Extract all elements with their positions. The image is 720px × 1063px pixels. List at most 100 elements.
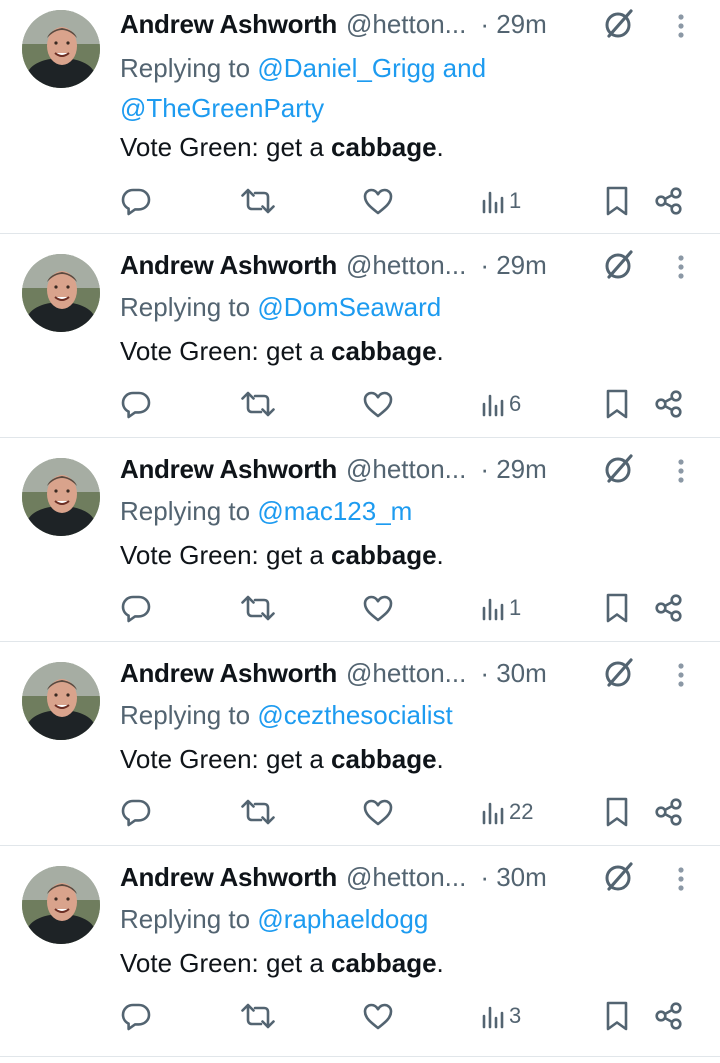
- retweet-button[interactable]: [240, 183, 276, 219]
- bookmark-button[interactable]: [604, 590, 630, 626]
- replying-label: Replying to: [120, 292, 258, 322]
- reply-icon: [120, 796, 152, 828]
- tweet-text: Vote Green: get a cabbage.: [120, 948, 444, 979]
- author-handle[interactable]: @hetton...: [346, 658, 466, 689]
- author-name[interactable]: Andrew Ashworth: [120, 454, 337, 485]
- like-icon: [362, 1001, 394, 1031]
- retweet-button[interactable]: [240, 386, 276, 422]
- reply-button[interactable]: [120, 794, 152, 830]
- author-handle[interactable]: @hetton...: [346, 454, 466, 485]
- grok-icon[interactable]: [600, 655, 636, 691]
- share-button[interactable]: [654, 590, 684, 626]
- timestamp[interactable]: · 30m: [480, 862, 546, 893]
- avatar[interactable]: [22, 662, 100, 740]
- mention-link[interactable]: @mac123_m: [257, 496, 412, 526]
- more-icon[interactable]: [674, 12, 688, 40]
- tweet-text-bold: cabbage: [331, 336, 437, 366]
- more-icon[interactable]: [674, 253, 688, 281]
- more-icon[interactable]: [674, 865, 688, 893]
- retweet-button[interactable]: [240, 998, 276, 1034]
- like-button[interactable]: [362, 998, 394, 1034]
- tweet-text-plain: Vote Green: get a: [120, 132, 332, 162]
- grok-icon[interactable]: [600, 6, 636, 42]
- tweet-text-bold: cabbage: [331, 132, 437, 162]
- author-handle[interactable]: @hetton...: [346, 250, 466, 281]
- share-button[interactable]: [654, 386, 684, 422]
- bookmark-button[interactable]: [604, 794, 630, 830]
- replying-label: Replying to: [120, 53, 258, 83]
- timestamp[interactable]: · 29m: [480, 454, 546, 485]
- author-handle[interactable]: @hetton...: [346, 862, 466, 893]
- avatar[interactable]: [22, 458, 100, 536]
- tweet[interactable]: Andrew Ashworth @hetton... · 29m Replyin…: [0, 438, 720, 642]
- author-name[interactable]: Andrew Ashworth: [120, 862, 337, 893]
- share-button[interactable]: [654, 183, 684, 219]
- share-button[interactable]: [654, 794, 684, 830]
- mention-link[interactable]: @DomSeaward: [257, 292, 441, 322]
- retweet-button[interactable]: [240, 794, 276, 830]
- grok-icon[interactable]: [600, 859, 636, 895]
- replying-to: Replying to @DomSeaward: [120, 287, 560, 327]
- views-button[interactable]: 6: [481, 386, 521, 422]
- tweet-text-end: .: [436, 336, 444, 366]
- like-icon: [362, 593, 394, 623]
- retweet-button[interactable]: [240, 590, 276, 626]
- mention-link[interactable]: @cezthesocialist: [257, 700, 452, 730]
- reply-icon: [120, 1000, 152, 1032]
- replying-to: Replying to @mac123_m: [120, 491, 560, 531]
- timestamp[interactable]: · 29m: [480, 9, 546, 40]
- like-icon: [362, 797, 394, 827]
- avatar[interactable]: [22, 254, 100, 332]
- views-icon: [481, 188, 507, 214]
- share-icon: [654, 593, 684, 623]
- action-bar: 1: [120, 590, 700, 626]
- author-handle[interactable]: @hetton...: [346, 9, 466, 40]
- reply-button[interactable]: [120, 386, 152, 422]
- views-button[interactable]: 1: [481, 183, 521, 219]
- like-button[interactable]: [362, 794, 394, 830]
- tweet-text-plain: Vote Green: get a: [120, 336, 332, 366]
- reply-icon: [120, 592, 152, 624]
- tweet-text-plain: Vote Green: get a: [120, 540, 332, 570]
- timestamp[interactable]: · 29m: [480, 250, 546, 281]
- mention-link[interactable]: @raphaeldogg: [257, 904, 428, 934]
- author-name[interactable]: Andrew Ashworth: [120, 250, 337, 281]
- author-name[interactable]: Andrew Ashworth: [120, 9, 337, 40]
- tweet-text: Vote Green: get a cabbage.: [120, 744, 444, 775]
- retweet-icon: [240, 796, 276, 828]
- tweet[interactable]: Andrew Ashworth @hetton... · 29m Replyin…: [0, 0, 720, 234]
- retweet-icon: [240, 185, 276, 217]
- tweet-text-plain: Vote Green: get a: [120, 948, 332, 978]
- bookmark-button[interactable]: [604, 998, 630, 1034]
- like-button[interactable]: [362, 183, 394, 219]
- views-button[interactable]: 3: [481, 998, 521, 1034]
- replying-to: Replying to @Daniel_Grigg and @TheGreenP…: [120, 48, 560, 128]
- avatar[interactable]: [22, 10, 100, 88]
- bookmark-button[interactable]: [604, 386, 630, 422]
- views-button[interactable]: 1: [481, 590, 521, 626]
- share-button[interactable]: [654, 998, 684, 1034]
- author-name[interactable]: Andrew Ashworth: [120, 658, 337, 689]
- more-icon[interactable]: [674, 661, 688, 689]
- avatar[interactable]: [22, 866, 100, 944]
- like-button[interactable]: [362, 590, 394, 626]
- reply-button[interactable]: [120, 998, 152, 1034]
- reply-button[interactable]: [120, 590, 152, 626]
- tweet[interactable]: Andrew Ashworth @hetton... · 30m Replyin…: [0, 642, 720, 846]
- share-icon: [654, 186, 684, 216]
- action-bar: 6: [120, 386, 700, 422]
- bookmark-button[interactable]: [604, 183, 630, 219]
- views-count: 22: [509, 799, 534, 824]
- reply-icon: [120, 185, 152, 217]
- views-count: 3: [509, 1003, 522, 1028]
- tweet[interactable]: Andrew Ashworth @hetton... · 30m Replyin…: [0, 846, 720, 1057]
- grok-icon[interactable]: [600, 247, 636, 283]
- timestamp[interactable]: · 30m: [480, 658, 546, 689]
- share-icon: [654, 389, 684, 419]
- reply-button[interactable]: [120, 183, 152, 219]
- grok-icon[interactable]: [600, 451, 636, 487]
- more-icon[interactable]: [674, 457, 688, 485]
- tweet[interactable]: Andrew Ashworth @hetton... · 29m Replyin…: [0, 234, 720, 438]
- like-button[interactable]: [362, 386, 394, 422]
- views-button[interactable]: 22: [481, 794, 533, 830]
